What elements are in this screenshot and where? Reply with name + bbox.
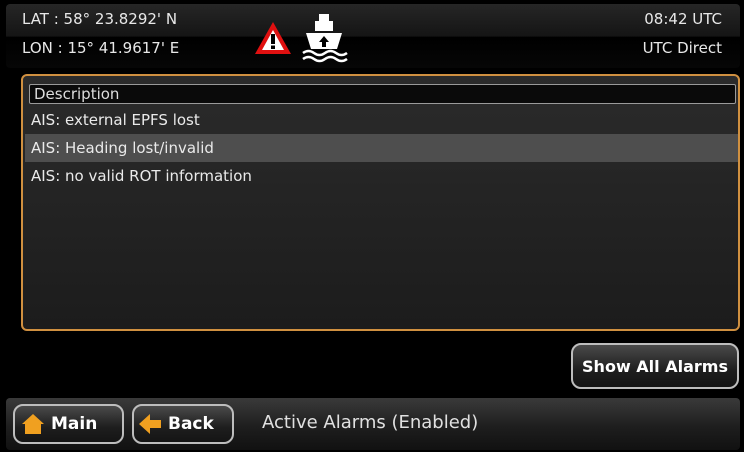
main-button-label: Main [51, 414, 98, 434]
main-button[interactable]: Main [13, 404, 124, 444]
time-source: UTC Direct [642, 39, 722, 57]
warning-icon[interactable] [253, 20, 293, 56]
screen-status-title: Active Alarms (Enabled) [262, 412, 479, 433]
status-header: LAT : 58° 23.8292' N LON : 15° 41.9617' … [6, 4, 740, 68]
description-column-header[interactable]: Description [29, 84, 736, 104]
alarm-row-rot[interactable]: AIS: no valid ROT information [25, 162, 738, 190]
alarm-list: AIS: external EPFS lost AIS: Heading los… [25, 106, 738, 190]
bottom-nav-bar: Main Back Active Alarms (Enabled) [6, 398, 740, 450]
longitude-readout: LON : 15° 41.9617' E [22, 39, 180, 57]
latitude-readout: LAT : 58° 23.8292' N [22, 10, 178, 28]
back-arrow-icon [139, 414, 161, 434]
alarm-list-panel: Description AIS: external EPFS lost AIS:… [21, 74, 740, 331]
ship-transmit-icon[interactable] [299, 12, 349, 64]
show-all-alarms-button[interactable]: Show All Alarms [571, 343, 739, 389]
utc-time: 08:42 UTC [644, 10, 722, 28]
alarm-row-heading[interactable]: AIS: Heading lost/invalid [25, 134, 738, 162]
back-button-label: Back [168, 414, 214, 434]
back-button[interactable]: Back [132, 404, 234, 444]
home-icon [22, 414, 44, 434]
alarm-row-epfs[interactable]: AIS: external EPFS lost [25, 106, 738, 134]
